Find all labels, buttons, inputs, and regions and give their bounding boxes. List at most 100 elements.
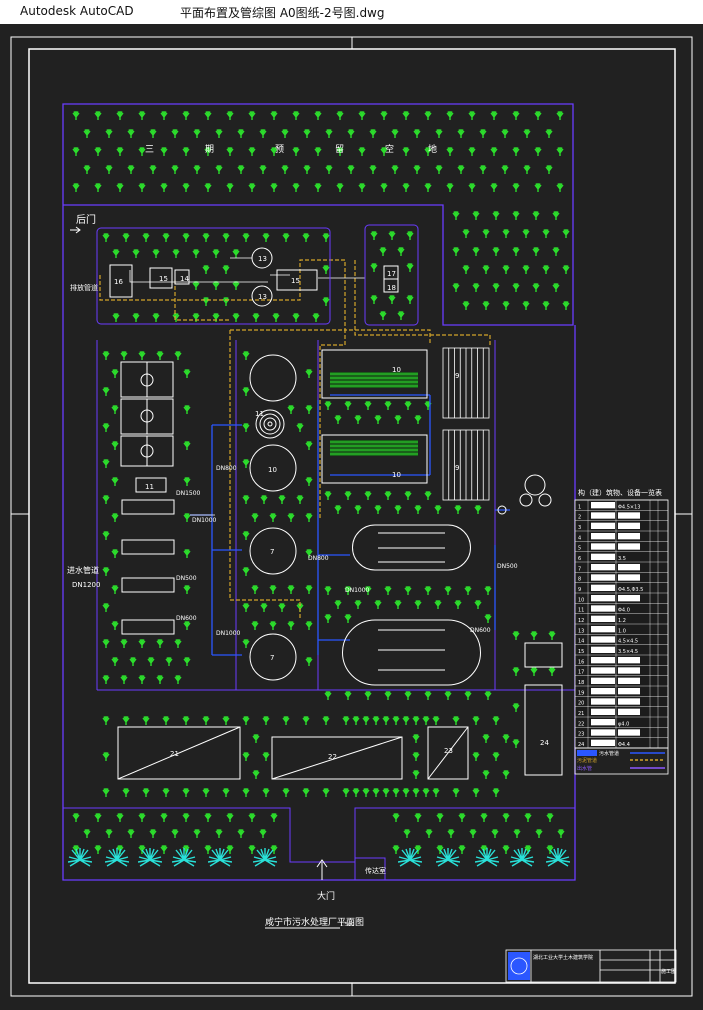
tree-symbol (535, 829, 543, 839)
tree-symbol (552, 247, 560, 257)
tree-symbol (347, 129, 355, 139)
tree-symbol (482, 265, 490, 275)
tree-symbol (237, 129, 245, 139)
tree-symbol (105, 829, 113, 839)
legend-row-number: 13 (578, 628, 584, 634)
svg-text:21: 21 (170, 750, 179, 758)
tree-symbol (344, 614, 352, 624)
tree-symbol (502, 845, 510, 855)
tree-symbol (269, 513, 277, 523)
tree-symbol (102, 639, 110, 649)
tree-symbol (392, 788, 400, 798)
tree-symbol (384, 586, 392, 596)
tree-symbol (464, 691, 472, 701)
tree-symbol (336, 111, 344, 121)
tree-symbol (282, 788, 290, 798)
tree-symbol (358, 111, 366, 121)
tree-symbol (522, 229, 530, 239)
tree-symbol (562, 301, 570, 311)
tree-symbol (324, 491, 332, 501)
tree-symbol (202, 265, 210, 275)
tree-symbol (490, 147, 498, 157)
tree-symbol (305, 369, 313, 379)
tree-symbol (492, 247, 500, 257)
tree-symbol (232, 249, 240, 259)
tree-symbol (412, 734, 420, 744)
tree-symbol (457, 165, 465, 175)
tree-symbol (142, 716, 150, 726)
tree-symbol (358, 183, 366, 193)
tree-symbol (380, 111, 388, 121)
tree-symbol (474, 505, 482, 515)
tree-symbol (462, 229, 470, 239)
tree-symbol (287, 585, 295, 595)
tree-symbol (116, 813, 124, 823)
tree-symbol (152, 313, 160, 323)
sewage-pipes (190, 394, 510, 656)
tree-symbol (402, 788, 410, 798)
svg-text:16: 16 (114, 278, 123, 286)
svg-text:13: 13 (258, 255, 267, 263)
tree-symbol (138, 675, 146, 685)
tree-symbol (302, 716, 310, 726)
tree-symbol (530, 667, 538, 677)
tree-symbol (215, 165, 223, 175)
tree-symbol (182, 716, 190, 726)
tree-symbol (556, 111, 564, 121)
tree-symbol (422, 788, 430, 798)
palm-tree-symbol (105, 848, 129, 867)
dn-label: DN800 (308, 555, 329, 562)
tree-symbol (446, 147, 454, 157)
tree-symbol (482, 229, 490, 239)
legend-row-size: Φ4.5×13 (618, 504, 640, 510)
tree-symbol (352, 716, 360, 726)
tree-symbol (472, 247, 480, 257)
tree-symbol (270, 111, 278, 121)
svg-text:13: 13 (258, 293, 267, 301)
tree-symbol (512, 703, 520, 713)
tree-symbol (305, 441, 313, 451)
legend-row-size: Φ4.5,Φ3.5 (618, 587, 643, 593)
dn-label: DN800 (216, 465, 237, 472)
tree-symbol (102, 752, 110, 762)
tree-symbol (502, 770, 510, 780)
tree-symbol (344, 401, 352, 411)
tree-symbol (226, 111, 234, 121)
tree-symbol (242, 752, 250, 762)
tree-symbol (281, 165, 289, 175)
tree-symbol (204, 183, 212, 193)
palm-tree-symbol (172, 848, 196, 867)
tree-symbol (492, 716, 500, 726)
legend-row-size: 3.5×4.5 (618, 649, 638, 655)
oxidation-ditches (342, 524, 481, 686)
tree-symbol (458, 813, 466, 823)
tree-symbol (222, 297, 230, 307)
tree-symbol (242, 459, 250, 469)
svg-text:污水管道: 污水管道 (599, 750, 619, 757)
tree-symbol (444, 586, 452, 596)
tree-symbol (354, 415, 362, 425)
tree-symbol (472, 283, 480, 293)
tree-symbol (278, 495, 286, 505)
tree-symbol (226, 147, 234, 157)
legend-row-number: 9 (578, 587, 581, 593)
tree-symbol (482, 301, 490, 311)
legend-row-size: 1.2 (618, 618, 626, 624)
tree-symbol (204, 813, 212, 823)
plan-title: 咸宁市污水处理厂平面图 1:500 (265, 916, 364, 929)
legend-row-number: 12 (578, 618, 584, 624)
tree-symbol (242, 351, 250, 361)
tree-symbol (111, 585, 119, 595)
svg-text:15: 15 (159, 275, 168, 283)
tree-symbol (251, 585, 259, 595)
tree-symbol (334, 600, 342, 610)
tree-symbol (132, 249, 140, 259)
cad-drawing[interactable]: 三期预留空地 后门 16 15 14 13 13 15 17 18 排放管道 1… (0, 24, 703, 1010)
tree-symbol (305, 621, 313, 631)
drawing-canvas[interactable]: 三期预留空地 后门 16 15 14 13 13 15 17 18 排放管道 1… (0, 24, 703, 1010)
tree-symbol (414, 415, 422, 425)
tree-symbol (111, 441, 119, 451)
tree-symbol (193, 129, 201, 139)
tree-symbol (72, 813, 80, 823)
tree-symbol (432, 716, 440, 726)
